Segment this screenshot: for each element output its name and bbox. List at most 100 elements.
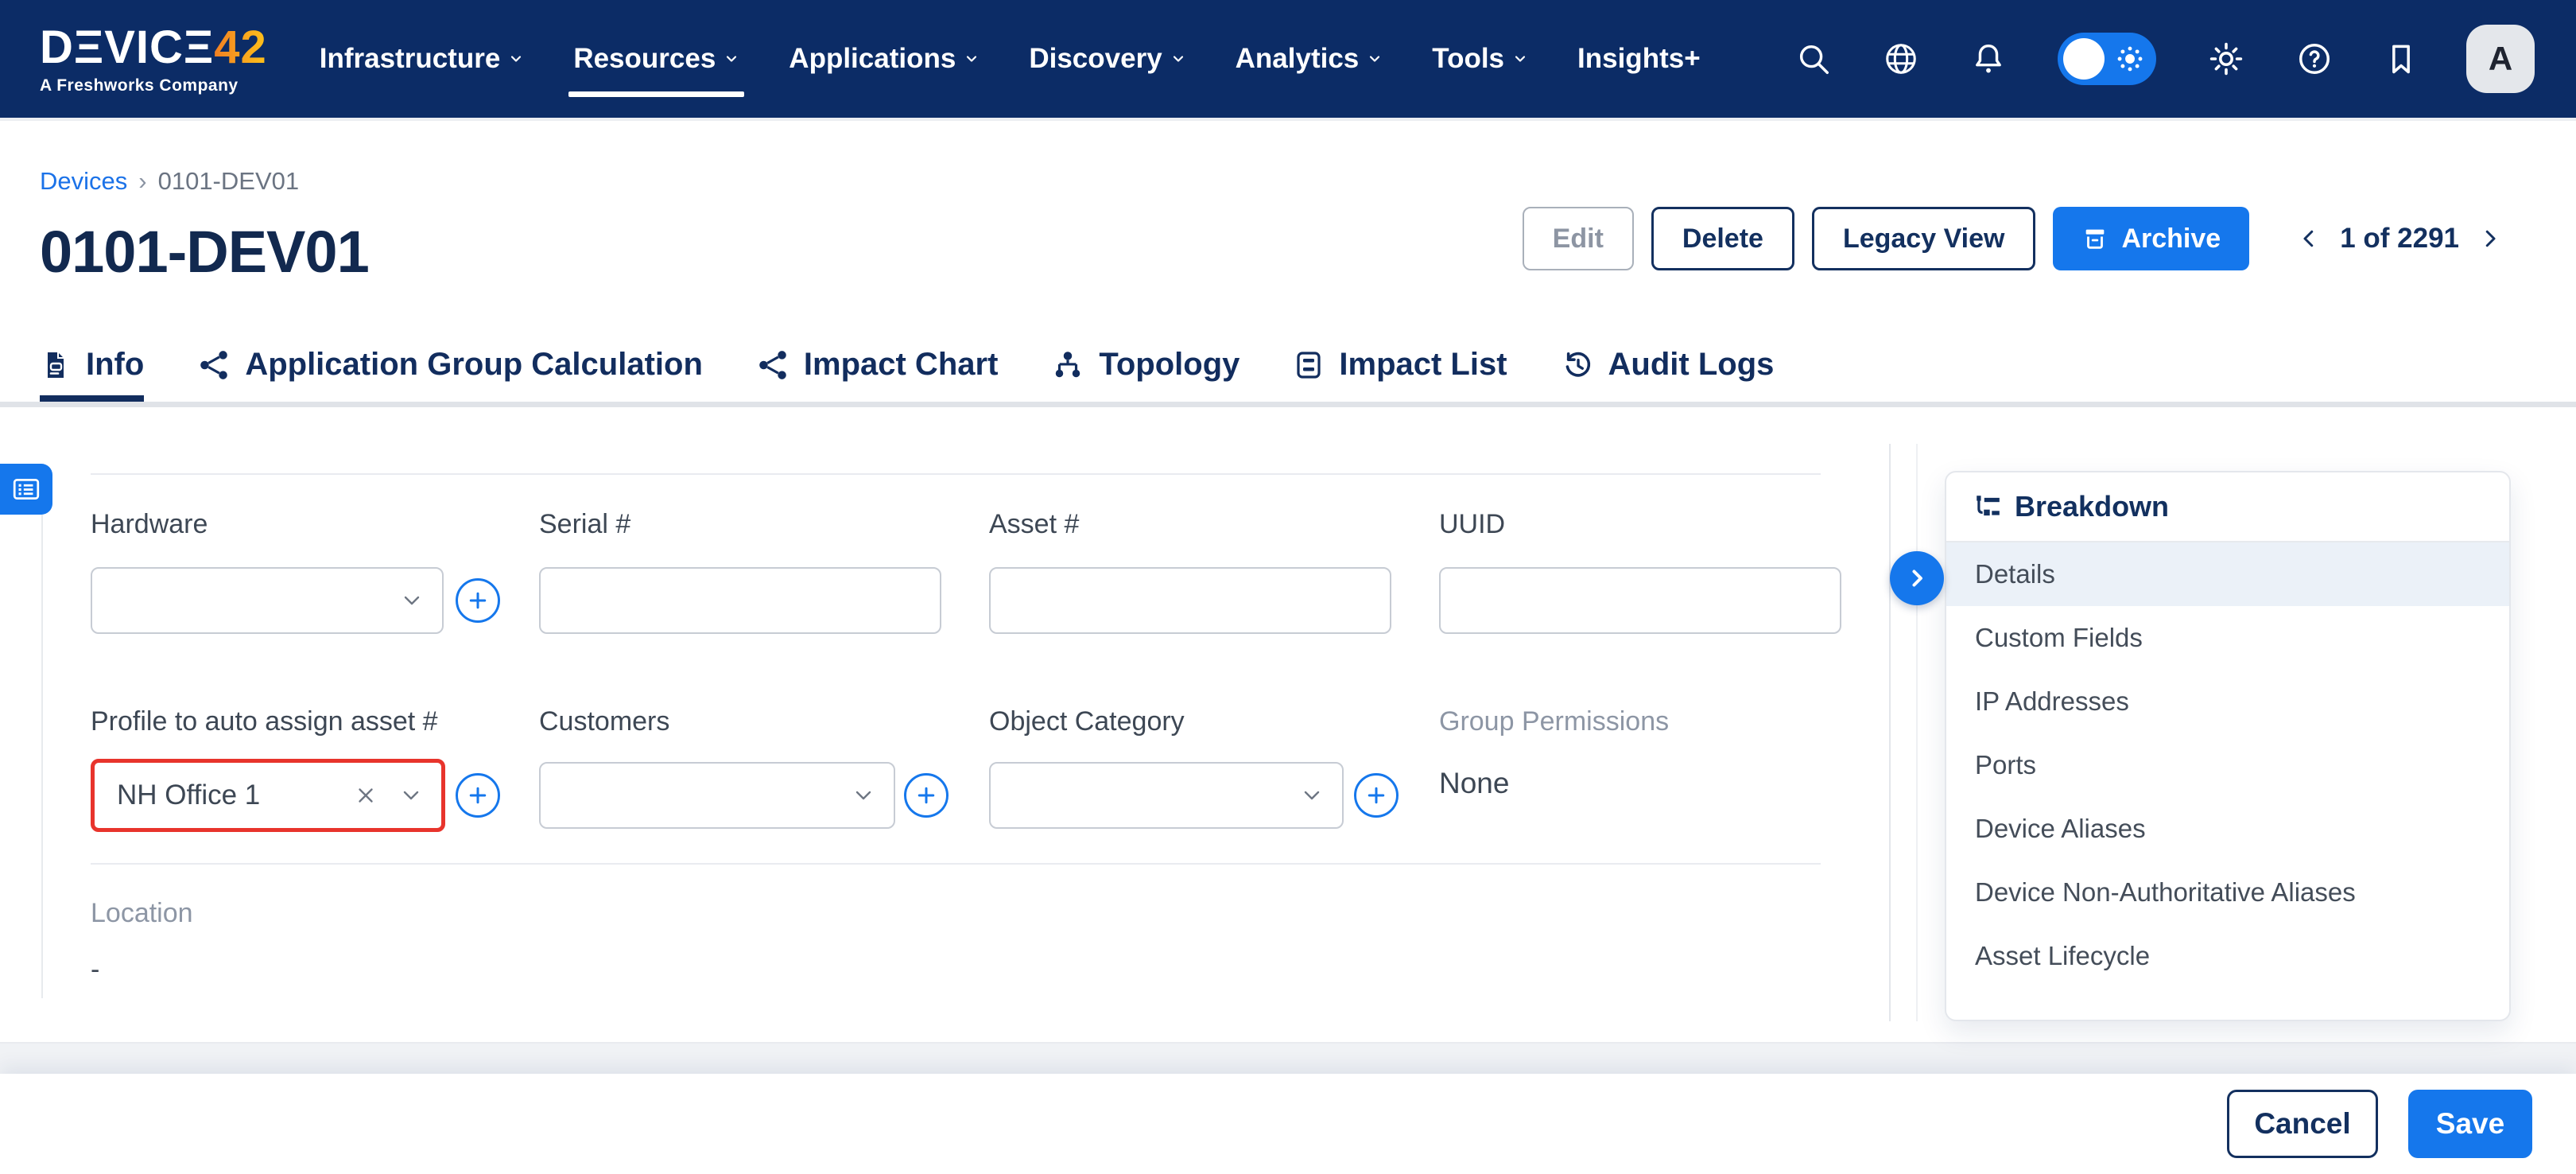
tab-info[interactable]: Info — [40, 334, 144, 402]
uuid-field — [1439, 567, 1841, 634]
add-profile-button[interactable] — [456, 773, 500, 818]
breakdown-item-details[interactable]: Details — [1946, 542, 2509, 606]
edit-button[interactable]: Edit — [1523, 207, 1634, 270]
tree-list-icon — [1973, 492, 2002, 521]
notifications-bell-icon[interactable] — [1970, 41, 2007, 77]
settings-gear-icon[interactable] — [2207, 40, 2245, 78]
history-icon — [1561, 348, 1594, 382]
side-panel-toggle[interactable] — [0, 464, 52, 515]
breadcrumb: Devices › 0101-DEV01 — [40, 167, 299, 196]
logo-tagline: A Freshworks Company — [40, 77, 267, 94]
breadcrumb-current: 0101-DEV01 — [158, 167, 300, 196]
bookmark-icon[interactable] — [2384, 41, 2419, 76]
chevron-down-icon — [1367, 51, 1383, 67]
nav-resources[interactable]: Resources — [572, 35, 741, 83]
serial-field — [539, 567, 941, 634]
asset-label: Asset # — [989, 509, 1079, 540]
chevron-down-icon — [851, 783, 876, 808]
asset-input[interactable] — [991, 569, 1390, 632]
nav-infrastructure[interactable]: Infrastructure — [318, 35, 526, 83]
left-divider — [41, 515, 43, 998]
profile-auto-assign-select[interactable]: NH Office 1 — [91, 759, 445, 832]
next-device-button[interactable] — [2478, 227, 2502, 251]
list-box-icon — [1293, 349, 1325, 381]
plus-icon — [466, 783, 490, 807]
info-tab-content: Hardware Serial # Asset # UUID Profile t… — [0, 407, 2576, 1044]
archive-box-icon — [2081, 225, 2109, 252]
tab-audit-logs[interactable]: Audit Logs — [1561, 334, 1775, 402]
breakdown-item-device-aliases[interactable]: Device Aliases — [1946, 797, 2509, 861]
chevron-down-icon — [724, 51, 739, 67]
chevron-down-icon — [508, 51, 524, 67]
clear-selection-icon[interactable] — [354, 783, 378, 807]
globe-icon[interactable] — [1883, 41, 1919, 77]
breakdown-item-ip-addresses[interactable]: IP Addresses — [1946, 670, 2509, 733]
nav-discovery[interactable]: Discovery — [1027, 35, 1187, 83]
chevron-right-icon — [1903, 565, 1930, 592]
save-button[interactable]: Save — [2408, 1090, 2532, 1158]
help-icon[interactable] — [2296, 41, 2333, 77]
uuid-input[interactable] — [1441, 569, 1840, 632]
hardware-select[interactable] — [91, 567, 444, 634]
nav-tools[interactable]: Tools — [1430, 35, 1530, 83]
collapse-panel-button[interactable] — [1890, 551, 1944, 605]
archive-button[interactable]: Archive — [2053, 207, 2249, 270]
add-customer-button[interactable] — [904, 773, 949, 818]
user-avatar[interactable]: A — [2466, 25, 2535, 93]
chevron-down-icon — [1512, 51, 1528, 67]
add-object-category-button[interactable] — [1354, 773, 1399, 818]
breakdown-item-device-non-authoritative-aliases[interactable]: Device Non-Authoritative Aliases — [1946, 861, 2509, 924]
tab-application-group-calculation[interactable]: Application Group Calculation — [197, 334, 703, 402]
pager-position: 1 of 2291 — [2340, 223, 2459, 255]
breakdown-item-ports[interactable]: Ports — [1946, 733, 2509, 797]
delete-button[interactable]: Delete — [1651, 207, 1794, 270]
tab-topology[interactable]: Topology — [1051, 334, 1240, 402]
chevron-down-icon — [1170, 51, 1186, 67]
page-background-strip — [0, 1044, 2576, 1074]
search-icon[interactable] — [1795, 41, 1832, 77]
nav-applications[interactable]: Applications — [787, 35, 981, 83]
previous-device-button[interactable] — [2297, 227, 2321, 251]
footer-action-bar: Cancel Save — [0, 1074, 2576, 1174]
plus-icon — [1364, 783, 1388, 807]
group-permissions-label: Group Permissions — [1439, 706, 1669, 737]
panel-edge-line — [1916, 444, 1918, 1021]
content-panel-divider — [1889, 444, 1891, 1021]
tab-impact-list[interactable]: Impact List — [1293, 334, 1507, 402]
location-label: Location — [91, 898, 193, 929]
group-permissions-value: None — [1439, 767, 1509, 800]
chevron-right-icon — [2478, 227, 2502, 251]
breakdown-item-asset-lifecycle[interactable]: Asset Lifecycle — [1946, 924, 2509, 988]
page-header: Devices › 0101-DEV01 0101-DEV01 Edit Del… — [0, 118, 2576, 334]
device42-logo[interactable]: DΞVICΞ42 A Freshworks Company — [40, 25, 267, 94]
plus-icon — [914, 783, 938, 807]
breakdown-item-custom-fields[interactable]: Custom Fields — [1946, 606, 2509, 670]
serial-label: Serial # — [539, 509, 630, 540]
share-network-icon — [197, 348, 231, 382]
plus-icon — [466, 589, 490, 612]
customers-select[interactable] — [539, 762, 895, 829]
uuid-label: UUID — [1439, 509, 1505, 540]
device-pager: 1 of 2291 — [2297, 223, 2502, 255]
chevron-down-icon — [1299, 783, 1325, 808]
object-category-select[interactable] — [989, 762, 1344, 829]
breadcrumb-separator: › — [138, 167, 146, 196]
serial-input[interactable] — [541, 569, 940, 632]
top-navbar: DΞVICΞ42 A Freshworks Company Infrastruc… — [0, 0, 2576, 118]
hardware-label: Hardware — [91, 509, 208, 540]
breadcrumb-devices-link[interactable]: Devices — [40, 167, 127, 196]
navbar-actions: A — [1795, 25, 2535, 93]
nav-insights-plus[interactable]: Insights+ — [1576, 35, 1702, 83]
cancel-button[interactable]: Cancel — [2227, 1090, 2378, 1158]
logo-text: DΞVICΞ42 — [40, 25, 267, 71]
breakdown-header: Breakdown — [1946, 472, 2509, 542]
customers-label: Customers — [539, 706, 669, 737]
legacy-view-button[interactable]: Legacy View — [1812, 207, 2036, 270]
nav-analytics[interactable]: Analytics — [1234, 35, 1385, 83]
tab-impact-chart[interactable]: Impact Chart — [756, 334, 999, 402]
theme-toggle[interactable] — [2058, 33, 2156, 85]
object-category-label: Object Category — [989, 706, 1185, 737]
breakdown-panel: Breakdown Details Custom Fields IP Addre… — [1945, 471, 2511, 1021]
add-hardware-button[interactable] — [456, 578, 500, 623]
page-title: 0101-DEV01 — [40, 218, 369, 286]
